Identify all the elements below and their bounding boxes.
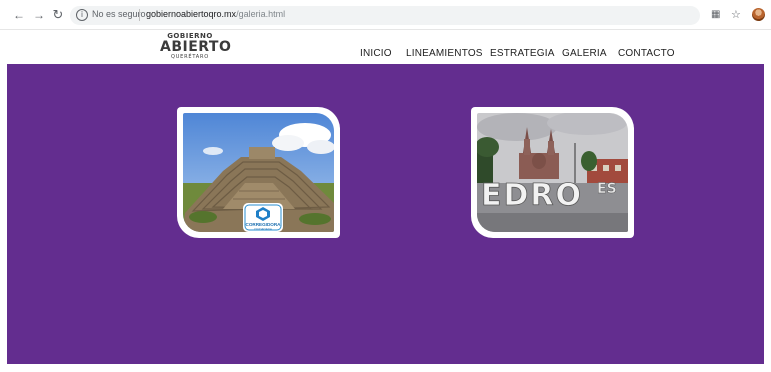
nav-item-lineamientos[interactable]: LINEAMIENTOS xyxy=(406,48,483,59)
footer-strip xyxy=(0,364,771,372)
translate-icon[interactable]: ▦ xyxy=(711,8,720,22)
badge-subtitle: CIUDADANA xyxy=(254,227,272,231)
plaza-letters: EDRO xyxy=(481,178,583,213)
star-icon[interactable]: ☆ xyxy=(731,8,741,22)
logo-main-text: ABIERTO xyxy=(160,39,232,55)
site-logo[interactable]: GOBIERNO ABIERTO QUERÉTARO xyxy=(160,32,232,64)
nav-item-galeria[interactable]: GALERIA xyxy=(562,48,607,59)
url-path: /galeria.html xyxy=(236,9,286,19)
security-label[interactable]: No es seguro xyxy=(92,9,146,19)
site-header: GOBIERNO ABIERTO QUERÉTARO INICIO LINEAM… xyxy=(0,30,771,64)
omnibox-separator xyxy=(139,9,140,21)
url-domain: gobiernoabiertoqro.mx xyxy=(146,9,237,19)
nav-item-estrategia[interactable]: ESTRATEGIA xyxy=(490,48,555,59)
url-text[interactable]: gobiernoabiertoqro.mx/galeria.html xyxy=(146,9,285,19)
nav-item-inicio[interactable]: INICIO xyxy=(360,48,392,59)
plaza-letters-right: ES xyxy=(597,181,617,197)
nav-item-contacto[interactable]: CONTACTO xyxy=(618,48,675,59)
avatar[interactable] xyxy=(752,8,765,21)
pyramid-photo: CORREGIDORA CIUDADANA xyxy=(183,113,334,232)
gallery-card-plaza[interactable]: EDRO ES xyxy=(471,107,634,238)
info-icon[interactable]: i xyxy=(76,9,88,21)
gallery-section: CORREGIDORA CIUDADANA EDRO ES xyxy=(7,64,764,364)
address-bar[interactable]: i No es seguro gobiernoabiertoqro.mx/gal… xyxy=(70,6,700,25)
reload-icon[interactable]: ↻ xyxy=(51,8,65,22)
gallery-card-pyramid[interactable]: CORREGIDORA CIUDADANA xyxy=(177,107,340,238)
forward-arrow-icon[interactable]: → xyxy=(32,8,46,22)
plaza-letters-photo: EDRO ES xyxy=(477,113,628,232)
back-arrow-icon[interactable]: ← xyxy=(12,8,26,22)
browser-toolbar: ← → ↻ i No es seguro gobiernoabiertoqro.… xyxy=(0,0,771,30)
